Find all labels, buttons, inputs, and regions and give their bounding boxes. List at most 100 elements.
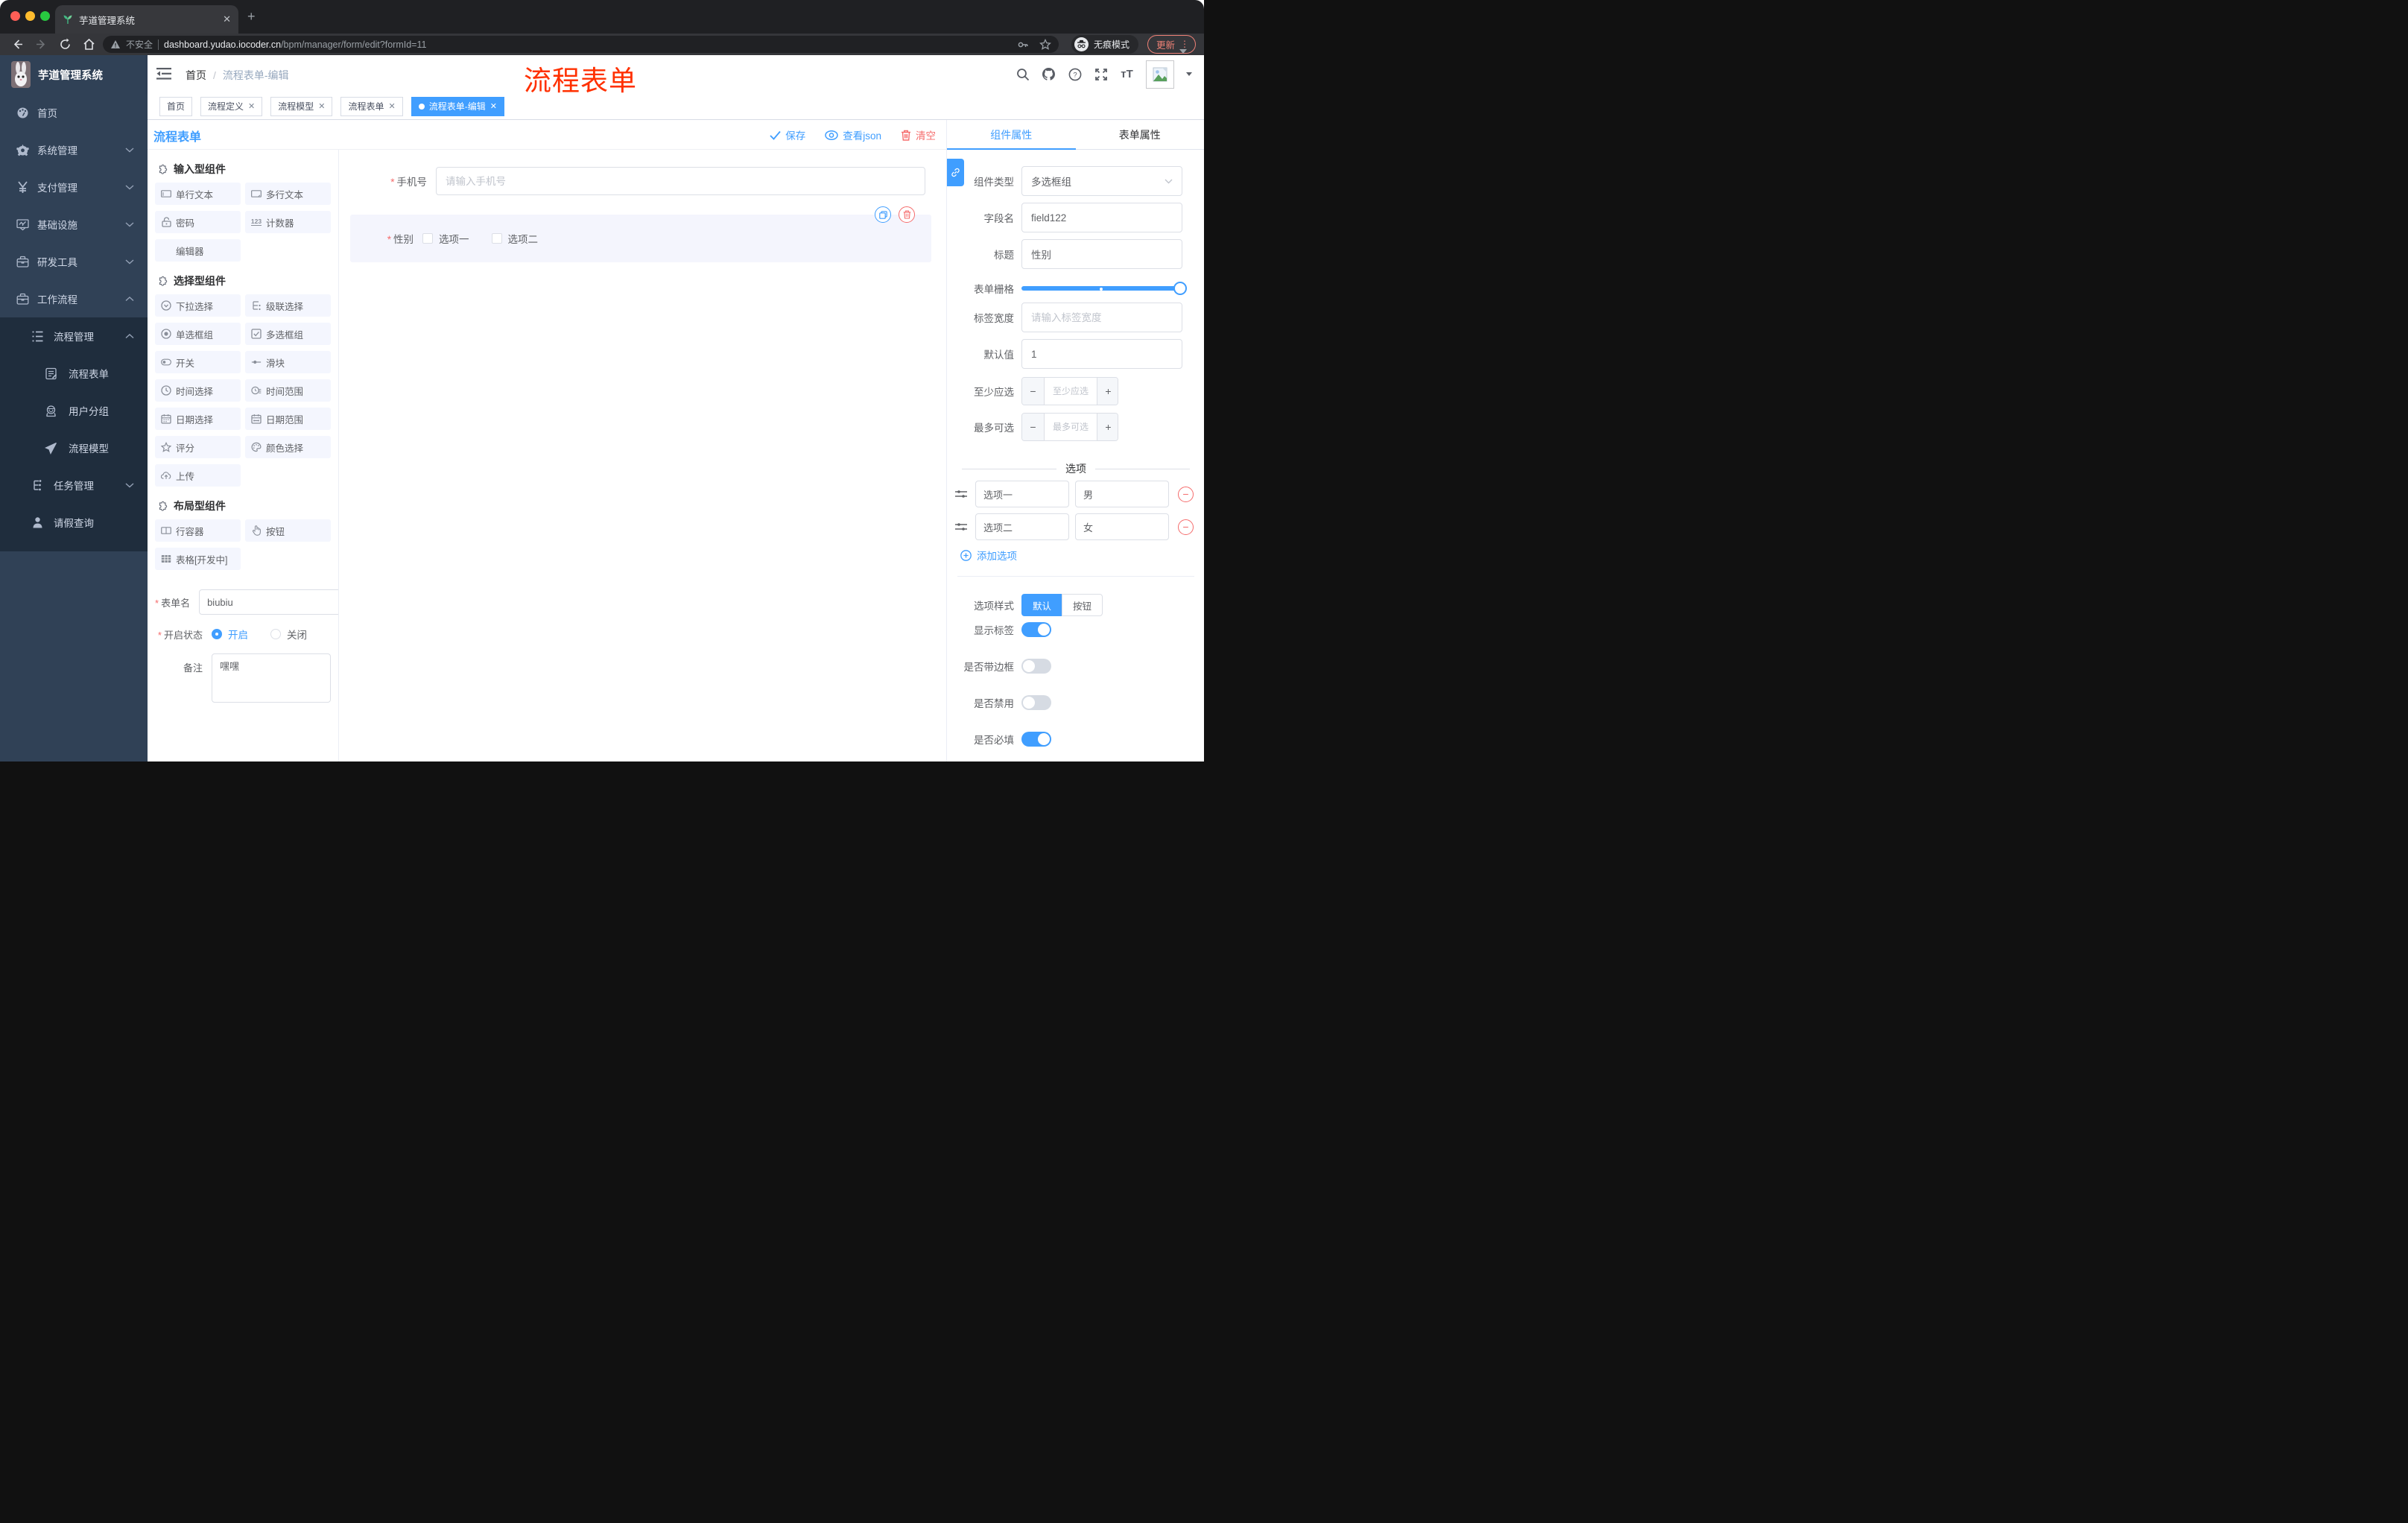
view-json-button[interactable]: 查看json: [825, 127, 881, 142]
form-name-input[interactable]: [199, 589, 338, 615]
drag-handle-icon[interactable]: [954, 489, 969, 499]
toggle-是否带边框[interactable]: [1021, 659, 1051, 674]
label-width-input[interactable]: [1021, 303, 1182, 332]
component-上传[interactable]: 上传: [155, 464, 241, 487]
tab-form-props[interactable]: 表单属性: [1076, 120, 1205, 149]
chrome-dropdown-caret-icon[interactable]: [1179, 49, 1187, 54]
close-tab-icon[interactable]: ✕: [248, 101, 255, 111]
component-密码[interactable]: 密码: [155, 211, 241, 233]
min-select-input[interactable]: [1045, 378, 1097, 405]
slider-thumb[interactable]: [1173, 282, 1187, 295]
browser-tab[interactable]: 芋道管理系统 ✕: [55, 5, 238, 34]
max-select-input[interactable]: [1045, 414, 1097, 440]
sidebar-item-首页[interactable]: 首页: [0, 94, 148, 131]
maximize-window-button[interactable]: [40, 11, 50, 21]
toggle-是否禁用[interactable]: [1021, 695, 1051, 710]
user-avatar[interactable]: [1146, 60, 1174, 89]
help-icon[interactable]: ?: [1068, 67, 1082, 81]
component-下拉选择[interactable]: 下拉选择: [155, 294, 241, 317]
plus-button[interactable]: +: [1097, 414, 1118, 440]
fullscreen-icon[interactable]: [1094, 67, 1108, 81]
field-name-input[interactable]: [1021, 203, 1182, 232]
component-多行文本[interactable]: 多行文本: [245, 183, 331, 205]
selected-gender-component[interactable]: * 性别 选项一 选项二: [350, 206, 931, 262]
toggle-显示标签[interactable]: [1021, 622, 1051, 637]
clear-button[interactable]: 清空: [901, 127, 936, 142]
component-表格[开发中][interactable]: 表格[开发中]: [155, 548, 241, 570]
forward-icon[interactable]: [34, 38, 48, 51]
key-icon[interactable]: [1017, 39, 1029, 51]
sidebar-item-请假查询[interactable]: 请假查询: [0, 504, 148, 541]
sidebar-item-流程表单[interactable]: 流程表单: [0, 355, 148, 392]
close-window-button[interactable]: [10, 11, 20, 21]
home-icon[interactable]: [82, 38, 95, 51]
sidebar-item-研发工具[interactable]: 研发工具: [0, 243, 148, 280]
slider-track[interactable]: [1021, 286, 1185, 291]
sidebar-item-流程模型[interactable]: 流程模型: [0, 429, 148, 466]
option-label-input[interactable]: [975, 513, 1069, 540]
component-编辑器[interactable]: 编辑器: [155, 239, 241, 262]
back-icon[interactable]: [10, 38, 24, 51]
component-多选框组[interactable]: 多选框组: [245, 323, 331, 345]
chrome-menu-icon[interactable]: ⋮: [1180, 39, 1189, 48]
form-grid-slider[interactable]: [1021, 282, 1187, 295]
phone-input[interactable]: [436, 167, 925, 195]
component-颜色选择[interactable]: 颜色选择: [245, 436, 331, 458]
breadcrumb-home[interactable]: 首页: [186, 68, 206, 83]
github-icon[interactable]: [1042, 67, 1056, 81]
security-warning-icon[interactable]: [110, 39, 121, 49]
minus-button[interactable]: −: [1022, 414, 1045, 440]
security-label[interactable]: 不安全: [126, 38, 153, 51]
form-remark-textarea[interactable]: 嘿嘿: [212, 653, 331, 703]
close-tab-icon[interactable]: ✕: [318, 101, 325, 111]
tab-component-props[interactable]: 组件属性: [947, 120, 1076, 149]
component-按钮[interactable]: 按钮: [245, 519, 331, 542]
option-value-input[interactable]: [1075, 513, 1169, 540]
component-级联选择[interactable]: 级联选择: [245, 294, 331, 317]
add-option-button[interactable]: 添加选项: [960, 548, 1017, 563]
component-行容器[interactable]: 行容器: [155, 519, 241, 542]
sidebar-item-系统管理[interactable]: 系统管理: [0, 131, 148, 168]
page-tab-流程模型[interactable]: 流程模型 ✕: [270, 96, 333, 116]
remove-option-icon[interactable]: −: [1178, 519, 1194, 535]
sidebar-item-支付管理[interactable]: 支付管理: [0, 168, 148, 206]
address-bar[interactable]: 不安全 dashboard.yudao.iocoder.cn/bpm/manag…: [103, 36, 1059, 53]
font-size-icon[interactable]: ᴛT: [1120, 67, 1134, 81]
default-value-input[interactable]: [1021, 339, 1182, 369]
component-type-select[interactable]: 多选框组: [1021, 166, 1182, 196]
drag-handle-icon[interactable]: [954, 522, 969, 532]
minus-button[interactable]: −: [1022, 378, 1045, 405]
search-icon[interactable]: [1016, 67, 1030, 81]
option-style-default[interactable]: 默认: [1021, 594, 1062, 616]
save-button[interactable]: 保存: [770, 127, 805, 142]
close-tab-icon[interactable]: ✕: [490, 101, 497, 111]
radio-off-icon[interactable]: [270, 629, 281, 639]
gender-option2-checkbox[interactable]: 选项二: [491, 231, 538, 246]
checkbox-icon[interactable]: [491, 233, 502, 244]
component-评分[interactable]: 评分: [155, 436, 241, 458]
radio-on-icon[interactable]: [212, 629, 222, 639]
sidebar-item-任务管理[interactable]: 任务管理: [0, 466, 148, 504]
sidebar-item-用户分组[interactable]: 用户分组: [0, 392, 148, 429]
reload-icon[interactable]: [58, 38, 72, 51]
tab-close-icon[interactable]: ✕: [223, 13, 231, 25]
checkbox-icon[interactable]: [422, 233, 433, 244]
title-input[interactable]: [1021, 239, 1182, 269]
bookmark-star-icon[interactable]: [1039, 38, 1051, 51]
component-开关[interactable]: 开关: [155, 351, 241, 373]
component-时间选择[interactable]: 时间选择: [155, 379, 241, 402]
plus-button[interactable]: +: [1097, 378, 1118, 405]
toggle-是否必填[interactable]: [1021, 732, 1051, 747]
minimize-window-button[interactable]: [25, 11, 35, 21]
phone-field-row[interactable]: * 手机号: [350, 167, 935, 195]
component-日期范围[interactable]: 日期范围: [245, 408, 331, 430]
component-时间范围[interactable]: 时间范围: [245, 379, 331, 402]
page-tab-流程定义[interactable]: 流程定义 ✕: [200, 96, 263, 116]
option-value-input[interactable]: [1075, 481, 1169, 507]
chrome-update-button[interactable]: 更新 ⋮: [1147, 35, 1197, 54]
user-menu-caret-icon[interactable]: [1186, 72, 1192, 76]
gender-option1-checkbox[interactable]: 选项一: [422, 231, 469, 246]
option-label-input[interactable]: [975, 481, 1069, 507]
component-单选框组[interactable]: 单选框组: [155, 323, 241, 345]
status-on-label[interactable]: 开启: [228, 627, 248, 642]
